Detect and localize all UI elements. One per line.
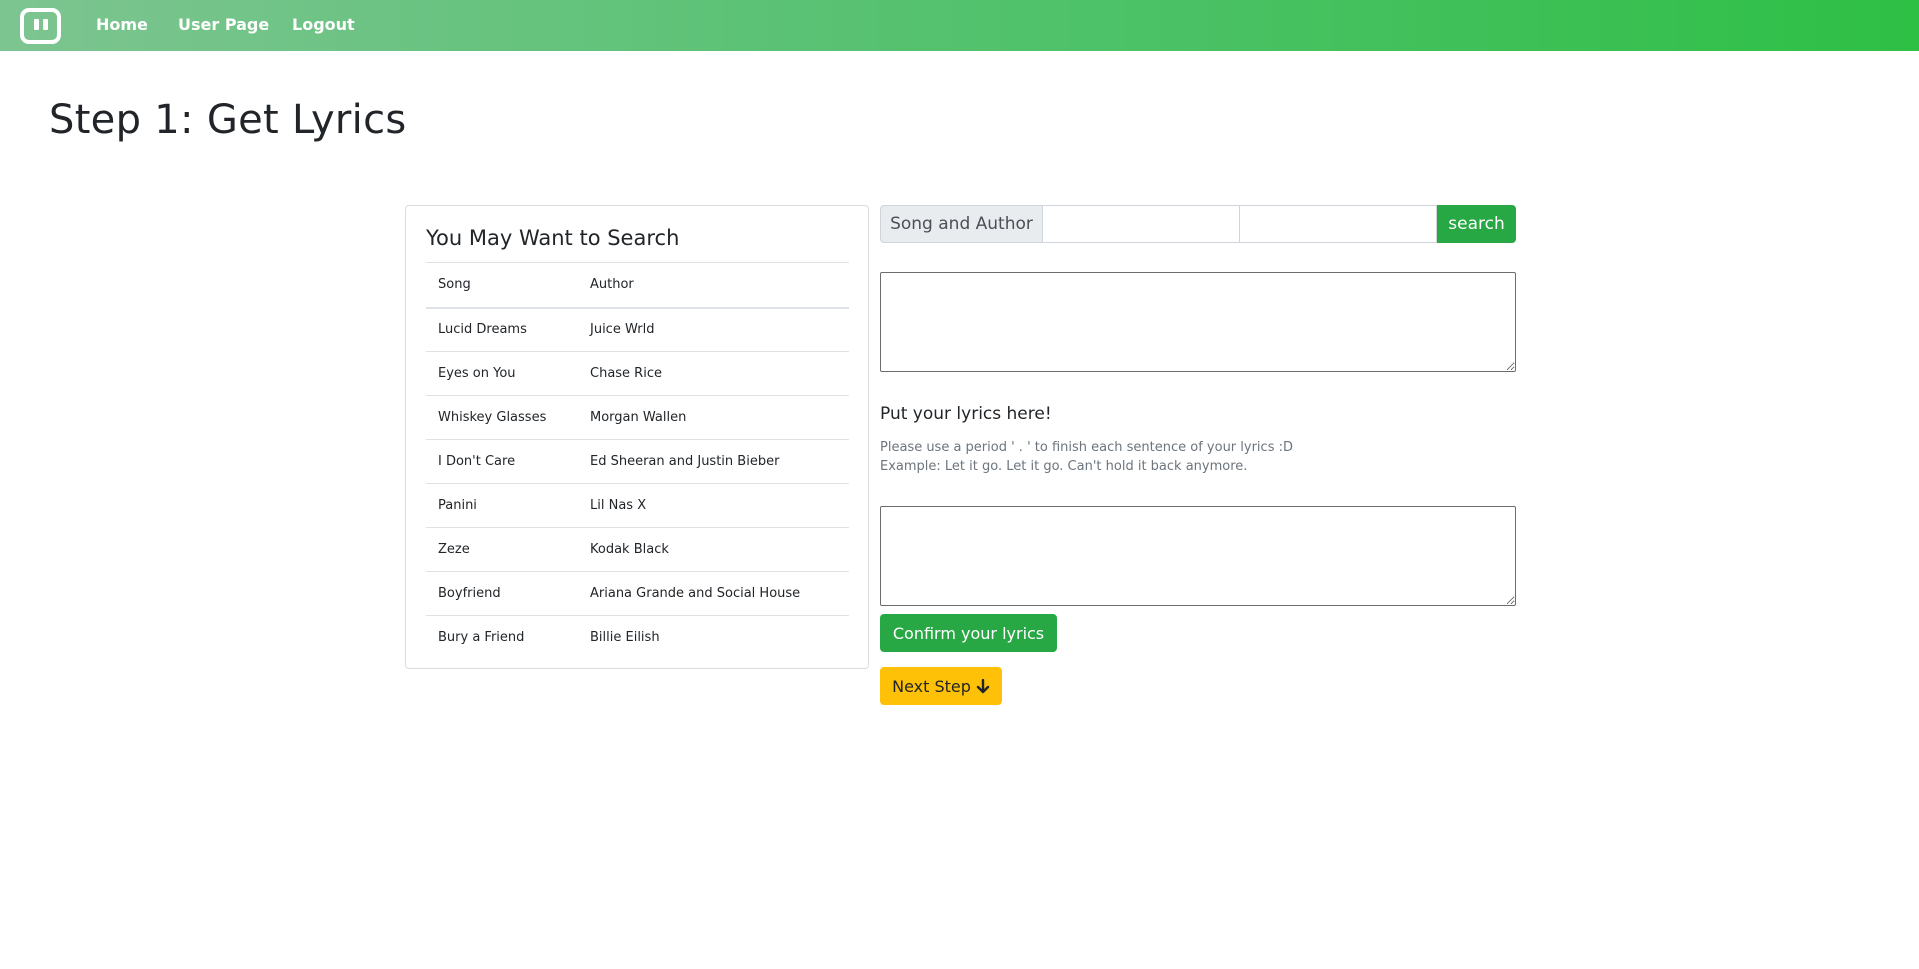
song-cell: Lucid Dreams xyxy=(426,307,578,352)
suggestions-table: Song Author Lucid Dreams Juice Wrld Eyes… xyxy=(426,262,849,660)
table-row: Whiskey Glasses Morgan Wallen xyxy=(426,395,849,440)
author-cell: Kodak Black xyxy=(578,527,849,572)
next-step-button[interactable]: Next Step xyxy=(880,667,1002,705)
lyrics-hint-line2: Example: Let it go. Let it go. Can't hol… xyxy=(880,459,1248,474)
author-cell: Ariana Grande and Social House xyxy=(578,571,849,616)
lyrics-input-label: Put your lyrics here! xyxy=(880,404,1052,424)
author-cell: Juice Wrld xyxy=(578,307,849,352)
nav-user-page-link[interactable]: User Page xyxy=(178,15,269,34)
author-input[interactable] xyxy=(1240,205,1437,243)
table-row: Lucid Dreams Juice Wrld xyxy=(426,307,849,352)
suggestions-card: You May Want to Search Song Author Lucid… xyxy=(405,205,869,669)
table-header-row: Song Author xyxy=(426,262,849,309)
table-row: Zeze Kodak Black xyxy=(426,527,849,572)
author-cell: Lil Nas X xyxy=(578,483,849,528)
song-cell: Bury a Friend xyxy=(426,615,578,660)
song-author-label: Song and Author xyxy=(880,205,1043,243)
song-cell: I Don't Care xyxy=(426,439,578,484)
top-navbar: Home User Page Logout xyxy=(0,0,1919,51)
header-author: Author xyxy=(578,262,849,309)
song-cell: Panini xyxy=(426,483,578,528)
song-cell: Whiskey Glasses xyxy=(426,395,578,440)
song-cell: Boyfriend xyxy=(426,571,578,616)
logo-eye-right xyxy=(43,19,48,30)
logo-eye-left xyxy=(34,19,39,30)
author-cell: Morgan Wallen xyxy=(578,395,849,440)
author-cell: Billie Eilish xyxy=(578,615,849,660)
table-row: Panini Lil Nas X xyxy=(426,483,849,528)
song-search-group: Song and Author search xyxy=(880,205,1516,243)
header-song: Song xyxy=(426,262,578,309)
table-row: Boyfriend Ariana Grande and Social House xyxy=(426,571,849,616)
nav-home-link[interactable]: Home xyxy=(96,15,148,34)
song-input[interactable] xyxy=(1043,205,1240,243)
page-title: Step 1: Get Lyrics xyxy=(49,97,407,143)
song-cell: Zeze xyxy=(426,527,578,572)
table-row: Bury a Friend Billie Eilish xyxy=(426,615,849,660)
suggestions-title: You May Want to Search xyxy=(426,226,680,250)
lyrics-result-textarea[interactable] xyxy=(880,272,1516,372)
table-row: I Don't Care Ed Sheeran and Justin Biebe… xyxy=(426,439,849,484)
next-step-label: Next Step xyxy=(892,676,971,696)
confirm-lyrics-button[interactable]: Confirm your lyrics xyxy=(880,614,1057,652)
lyrics-input-textarea[interactable] xyxy=(880,506,1516,606)
nav-logout-link[interactable]: Logout xyxy=(292,15,355,34)
author-cell: Chase Rice xyxy=(578,351,849,396)
song-cell: Eyes on You xyxy=(426,351,578,396)
author-cell: Ed Sheeran and Justin Bieber xyxy=(578,439,849,484)
arrow-down-icon xyxy=(976,678,990,693)
robot-face-icon[interactable] xyxy=(20,8,61,44)
search-button[interactable]: search xyxy=(1437,205,1516,243)
table-row: Eyes on You Chase Rice xyxy=(426,351,849,396)
lyrics-hint-line1: Please use a period ' . ' to finish each… xyxy=(880,440,1293,455)
